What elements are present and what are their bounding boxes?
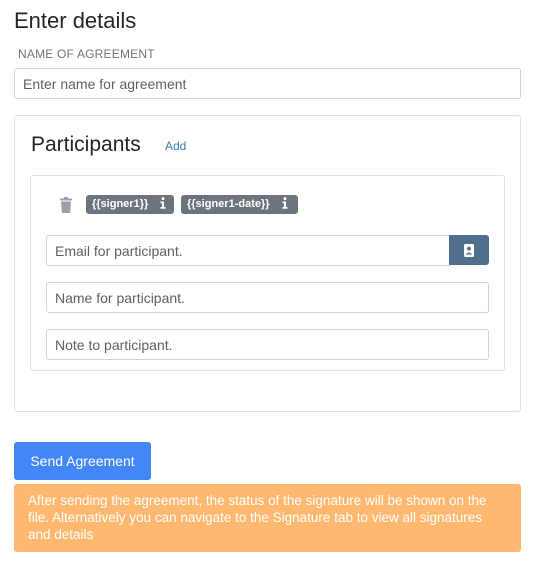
send-agreement-button[interactable]: Send Agreement [14,442,151,480]
enter-details-page: Enter details NAME OF AGREEMENT Particip… [0,0,544,561]
signer1-tag-label: {{signer1}} [92,198,149,210]
agreement-name-label: NAME OF AGREEMENT [18,47,155,61]
participants-title: Participants [31,133,141,156]
participant-name-input[interactable] [46,282,489,313]
signer1-date-tag-label: {{signer1-date}} [187,198,270,210]
participant-note-input[interactable] [46,329,489,360]
address-book-icon [464,243,474,257]
info-icon[interactable] [281,197,289,209]
participant-email-input[interactable] [46,235,450,266]
signer1-tag: {{signer1}} [86,195,174,214]
info-banner: After sending the agreement, the status … [14,484,521,552]
contact-picker-button[interactable] [449,235,489,265]
page-title: Enter details [14,8,137,33]
trash-icon[interactable] [59,197,73,213]
add-participant-link[interactable]: Add [165,139,186,153]
signer1-date-tag: {{signer1-date}} [181,195,298,214]
info-icon[interactable] [159,197,167,209]
participants-card: Participants Add {{signer1}} {{signer1-d… [14,115,521,412]
agreement-name-input[interactable] [14,68,521,99]
